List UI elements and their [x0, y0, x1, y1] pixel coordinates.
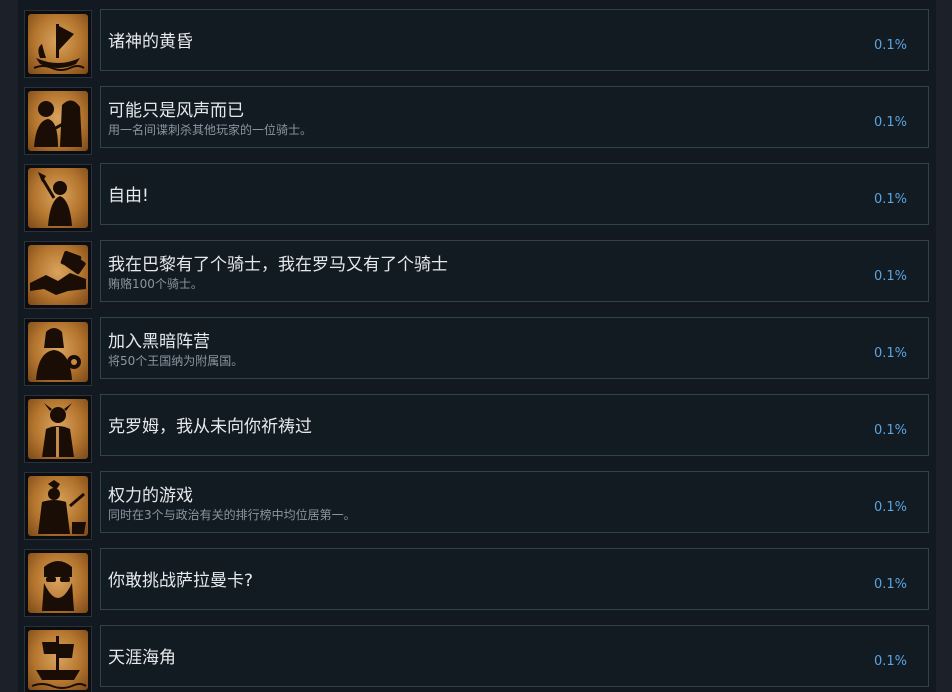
achievement-description: 同时在3个与政治有关的排行榜中均位居第一。: [108, 508, 356, 522]
achievement-card: 你敢挑战萨拉曼卡? 0.1%: [100, 548, 929, 610]
achievement-row[interactable]: 我在巴黎有了个骑士，我在罗马又有了个骑士 贿赂100个骑士。 0.1%: [18, 239, 936, 316]
viking-ship-icon: [28, 14, 88, 74]
achievement-title: 加入黑暗阵营: [108, 332, 210, 352]
achievement-title: 我在巴黎有了个骑士，我在罗马又有了个骑士: [108, 255, 448, 275]
achievement-row[interactable]: 克罗姆，我从未向你祈祷过 0.1%: [18, 393, 936, 470]
achievement-title: 天涯海角: [108, 648, 176, 668]
handshake-bribe-icon: [28, 245, 88, 305]
freedom-warrior-icon: [28, 168, 88, 228]
achievement-title: 诸神的黄昏: [108, 32, 193, 52]
achievement-title: 你敢挑战萨拉曼卡?: [108, 571, 254, 591]
achievement-icon-frame: [24, 472, 92, 540]
achievement-description: 贿赂100个骑士。: [108, 277, 203, 291]
achievement-unlock-percent: 0.1%: [873, 115, 907, 130]
achievement-unlock-percent: 0.1%: [873, 269, 907, 284]
achievement-description: 用一名间谍刺杀其他玩家的一位骑士。: [108, 123, 313, 137]
achievement-card: 我在巴黎有了个骑士，我在罗马又有了个骑士 贿赂100个骑士。 0.1%: [100, 240, 929, 302]
achievement-card: 克罗姆，我从未向你祈祷过 0.1%: [100, 394, 929, 456]
achievement-icon-frame: [24, 87, 92, 155]
achievement-row[interactable]: 天涯海角 0.1%: [18, 624, 936, 692]
achievement-unlock-percent: 0.1%: [873, 654, 907, 669]
achievement-unlock-percent: 0.1%: [873, 192, 907, 207]
achievement-row[interactable]: 自由! 0.1%: [18, 162, 936, 239]
achievement-icon-frame: [24, 241, 92, 309]
achievement-card: 天涯海角 0.1%: [100, 625, 929, 687]
barbarian-icon: [28, 399, 88, 459]
throne-battle-icon: [28, 476, 88, 536]
achievement-unlock-percent: 0.1%: [873, 38, 907, 53]
achievement-card: 可能只是风声而已 用一名间谍刺杀其他玩家的一位骑士。 0.1%: [100, 86, 929, 148]
achievement-icon-frame: [24, 626, 92, 692]
achievement-title: 克罗姆，我从未向你祈祷过: [108, 417, 312, 437]
achievement-row[interactable]: 你敢挑战萨拉曼卡? 0.1%: [18, 547, 936, 624]
achievement-row[interactable]: 权力的游戏 同时在3个与政治有关的排行榜中均位居第一。 0.1%: [18, 470, 936, 547]
achievement-icon-frame: [24, 549, 92, 617]
achievement-card: 权力的游戏 同时在3个与政治有关的排行榜中均位居第一。 0.1%: [100, 471, 929, 533]
dark-knight-icon: [28, 322, 88, 382]
achievement-title: 可能只是风声而已: [108, 101, 244, 121]
achievements-page: 诸神的黄昏 0.1% 可能只是风声而已 用一名间谍刺杀其他玩家的一位骑士。 0.…: [0, 0, 952, 692]
achievement-unlock-percent: 0.1%: [873, 500, 907, 515]
assassin-spy-icon: [28, 91, 88, 151]
sailing-ship-icon: [28, 630, 88, 690]
achievement-title: 权力的游戏: [108, 486, 193, 506]
achievement-description: 将50个王国纳为附属国。: [108, 354, 244, 368]
achievement-row[interactable]: 可能只是风声而已 用一名间谍刺杀其他玩家的一位骑士。 0.1%: [18, 85, 936, 162]
achievement-card: 诸神的黄昏 0.1%: [100, 9, 929, 71]
achievement-card: 自由! 0.1%: [100, 163, 929, 225]
achievement-row[interactable]: 诸神的黄昏 0.1%: [18, 8, 936, 85]
achievement-icon-frame: [24, 10, 92, 78]
achievement-row[interactable]: 加入黑暗阵营 将50个王国纳为附属国。 0.1%: [18, 316, 936, 393]
achievement-title: 自由!: [108, 186, 149, 206]
bearded-man-sunglasses-icon: [28, 553, 88, 613]
achievement-unlock-percent: 0.1%: [873, 346, 907, 361]
achievement-card: 加入黑暗阵营 将50个王国纳为附属国。 0.1%: [100, 317, 929, 379]
achievement-unlock-percent: 0.1%: [873, 577, 907, 592]
achievement-icon-frame: [24, 395, 92, 463]
achievement-icon-frame: [24, 318, 92, 386]
achievement-icon-frame: [24, 164, 92, 232]
achievement-unlock-percent: 0.1%: [873, 423, 907, 438]
